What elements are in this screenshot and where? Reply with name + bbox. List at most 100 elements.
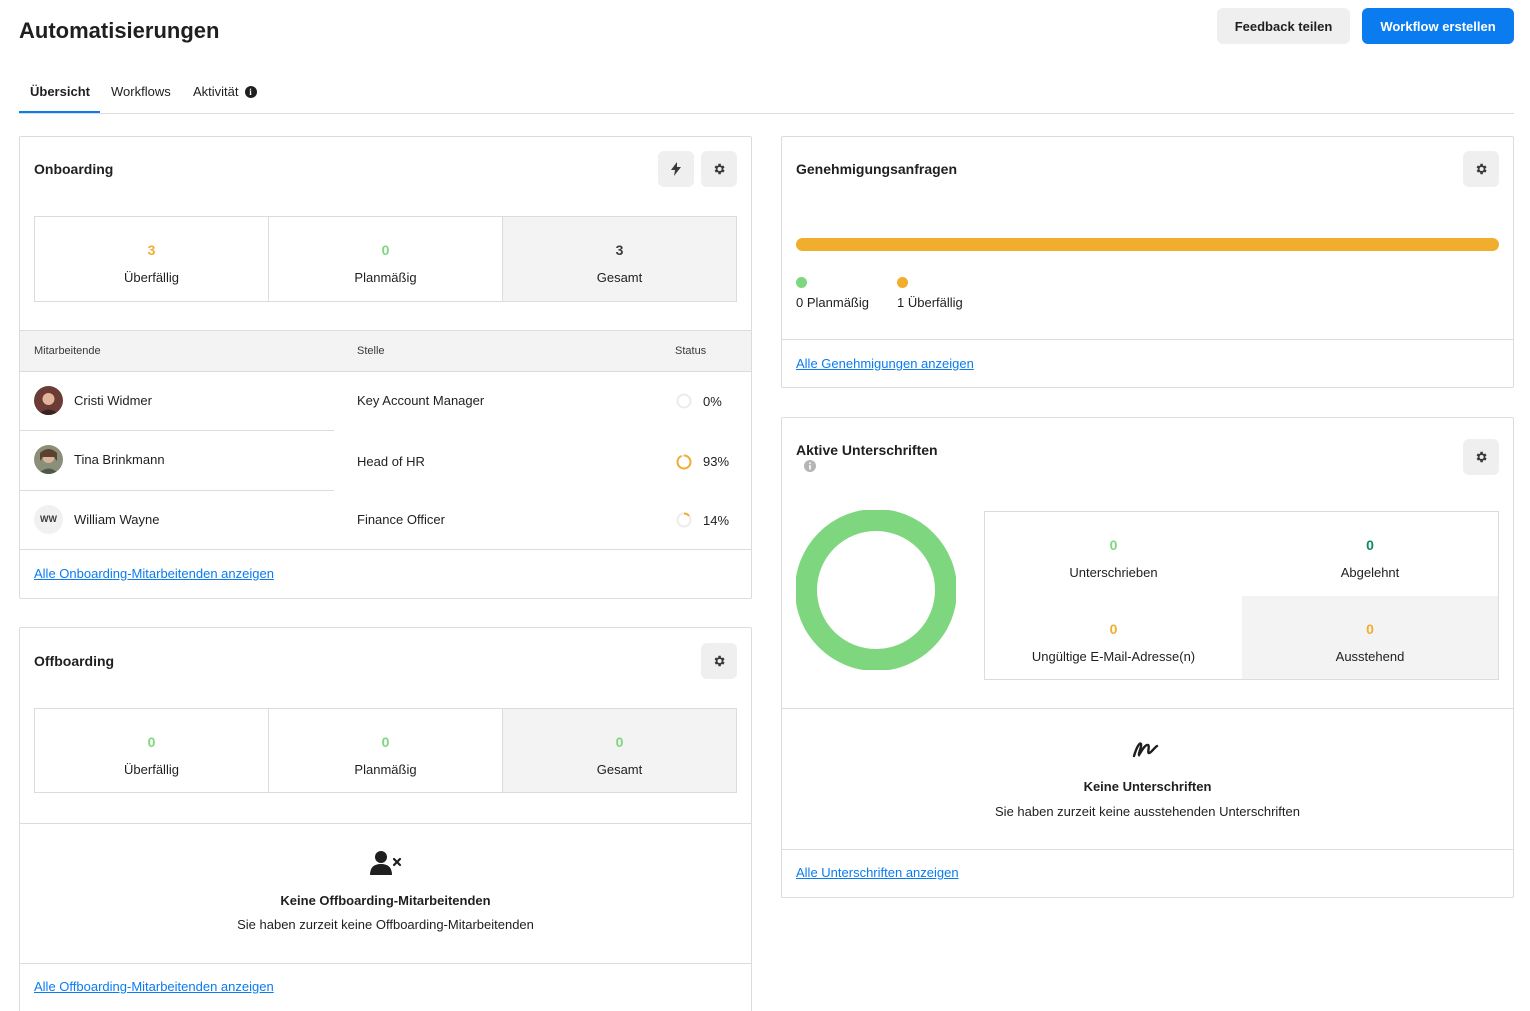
- section-divider: [782, 339, 1513, 340]
- gear-icon: [714, 163, 725, 175]
- employee-role: Key Account Manager: [357, 393, 485, 408]
- progress-text: 0%: [703, 394, 722, 409]
- tab-activity[interactable]: Aktivität i: [193, 84, 257, 99]
- onboarding-stats: 3 Überfällig 0 Planmäßig 3 Gesamt: [34, 216, 737, 302]
- employee-role: Finance Officer: [357, 512, 445, 527]
- stat-scheduled[interactable]: 0 Planmäßig: [269, 709, 503, 792]
- trigger-button[interactable]: [658, 151, 694, 187]
- user-remove-icon: [370, 851, 402, 875]
- stat-label: Planmäßig: [354, 762, 417, 777]
- approvals-title: Genehmigungsanfragen: [796, 161, 958, 177]
- tab-bar: Übersicht Workflows Aktivität i: [19, 72, 1514, 114]
- table-row[interactable]: WW William Wayne Finance Officer 14%: [20, 491, 751, 550]
- create-workflow-button[interactable]: Workflow erstellen: [1362, 8, 1514, 44]
- approvals-settings-button[interactable]: [1463, 151, 1499, 187]
- stat-value: 3: [147, 242, 156, 258]
- employee-name[interactable]: William Wayne: [74, 512, 159, 527]
- page-header: Automatisierungen Feedback teilen Workfl…: [19, 8, 1514, 52]
- gear-icon: [1476, 163, 1487, 175]
- empty-state-title: Keine Unterschriften: [1083, 779, 1212, 794]
- progress-ring: [676, 393, 692, 409]
- stat-label: Planmäßig: [354, 270, 417, 285]
- gear-icon: [714, 655, 725, 667]
- tab-activity-label: Aktivität: [193, 84, 239, 99]
- lightning-icon: [671, 162, 681, 176]
- stat-overdue[interactable]: 0 Überfällig: [35, 709, 269, 792]
- avatar: [34, 445, 63, 474]
- stat-label: Überfällig: [124, 270, 179, 285]
- column-role[interactable]: Stelle: [357, 345, 385, 357]
- column-status[interactable]: Status: [675, 345, 706, 357]
- page-title: Automatisierungen: [19, 18, 220, 43]
- feedback-button[interactable]: Feedback teilen: [1217, 8, 1350, 44]
- progress-text: 14%: [703, 513, 730, 528]
- offboarding-title: Offboarding: [34, 653, 115, 669]
- view-all-signatures-link[interactable]: Alle Unterschriften anzeigen: [796, 865, 959, 880]
- approvals-bar: [796, 238, 1499, 251]
- row-divider: [20, 549, 751, 550]
- stat-overdue[interactable]: 3 Überfällig: [35, 217, 269, 301]
- stat-value: 0: [1366, 537, 1374, 553]
- empty-state-text: Sie haben zurzeit keine Offboarding-Mita…: [237, 917, 534, 932]
- onboarding-settings-button[interactable]: [701, 151, 737, 187]
- progress-ring: [676, 512, 692, 528]
- stat-label: Ungültige E-Mail-Adresse(n): [1031, 649, 1196, 664]
- tab-overview[interactable]: Übersicht: [30, 84, 90, 99]
- avatar: WW: [34, 505, 63, 534]
- employee-name[interactable]: Cristi Widmer: [74, 393, 152, 408]
- stat-label: Unterschrieben: [1069, 565, 1158, 580]
- legend-label-scheduled: 0 Planmäßig: [796, 295, 869, 310]
- stat-value: 0: [1109, 537, 1118, 553]
- view-all-offboarding-link[interactable]: Alle Offboarding-Mitarbeitenden anzeigen: [34, 979, 274, 994]
- stat-value: 0: [615, 734, 624, 750]
- offboarding-card: Offboarding 0 Überfällig 0 Planmäßig 0 G…: [19, 627, 752, 1011]
- stat-scheduled[interactable]: 0 Planmäßig: [269, 217, 503, 301]
- stat-label: Gesamt: [596, 762, 643, 777]
- avatar: [34, 386, 63, 415]
- stat-label: Abgelehnt: [1340, 565, 1400, 580]
- progress-text: 93%: [703, 454, 730, 469]
- stat-total[interactable]: 0 Gesamt: [503, 709, 736, 792]
- legend-label-overdue: 1 Überfällig: [897, 295, 963, 310]
- table-row[interactable]: Cristi Widmer Key Account Manager 0%: [20, 372, 751, 431]
- offboarding-stats: 0 Überfällig 0 Planmäßig 0 Gesamt: [34, 708, 737, 793]
- section-divider: [782, 708, 1513, 709]
- stat-total[interactable]: 3 Gesamt: [503, 217, 736, 301]
- stat-declined[interactable]: 0 Abgelehnt: [1242, 512, 1498, 596]
- info-icon[interactable]: i: [244, 86, 257, 98]
- table-row[interactable]: Tina Brinkmann Head of HR 93%: [20, 431, 751, 491]
- legend-dot-overdue: [897, 277, 908, 288]
- legend-dot-scheduled: [796, 277, 807, 288]
- section-divider: [20, 963, 751, 964]
- table-header: Mitarbeitende Stelle Status: [20, 330, 751, 372]
- section-divider: [782, 849, 1513, 850]
- stat-value: 0: [1366, 621, 1374, 637]
- stat-value: 0: [381, 734, 390, 750]
- view-all-onboarding-link[interactable]: Alle Onboarding-Mitarbeitenden anzeigen: [34, 566, 274, 581]
- tab-workflows[interactable]: Workflows: [111, 84, 171, 99]
- signatures-settings-button[interactable]: [1463, 439, 1499, 475]
- empty-state-text: Sie haben zurzeit keine ausstehenden Unt…: [995, 804, 1300, 819]
- gear-icon: [1476, 451, 1487, 463]
- signatures-stats: 0 Unterschrieben 0 Abgelehnt 0 Ungültige…: [984, 511, 1499, 680]
- employee-role: Head of HR: [357, 454, 425, 469]
- offboarding-settings-button[interactable]: [701, 643, 737, 679]
- approvals-card: Genehmigungsanfragen 0 Planmäßig 1 Überf…: [781, 136, 1514, 388]
- stat-value: 0: [147, 734, 156, 750]
- stat-value: 0: [381, 242, 390, 258]
- stat-label: Ausstehend: [1335, 649, 1405, 664]
- stat-invalid-email[interactable]: 0 Ungültige E-Mail-Adresse(n): [985, 596, 1242, 679]
- stat-value: 3: [615, 242, 624, 258]
- section-divider: [20, 823, 751, 824]
- view-all-approvals-link[interactable]: Alle Genehmigungen anzeigen: [796, 356, 974, 371]
- stat-signed[interactable]: 0 Unterschrieben: [985, 512, 1242, 596]
- signatures-card: Aktive Unterschriften 0 Unterschrieben 0…: [781, 417, 1514, 898]
- employee-name[interactable]: Tina Brinkmann: [74, 452, 165, 467]
- stat-value: 0: [1109, 621, 1118, 637]
- info-icon[interactable]: [804, 460, 816, 472]
- stat-pending[interactable]: 0 Ausstehend: [1242, 596, 1498, 679]
- signatures-title: Aktive Unterschriften: [796, 442, 938, 458]
- active-tab-indicator: [19, 111, 100, 113]
- column-employee[interactable]: Mitarbeitende: [34, 345, 101, 357]
- onboarding-card: Onboarding 3 Überfällig 0 Planmäßig 3 Ge…: [19, 136, 752, 599]
